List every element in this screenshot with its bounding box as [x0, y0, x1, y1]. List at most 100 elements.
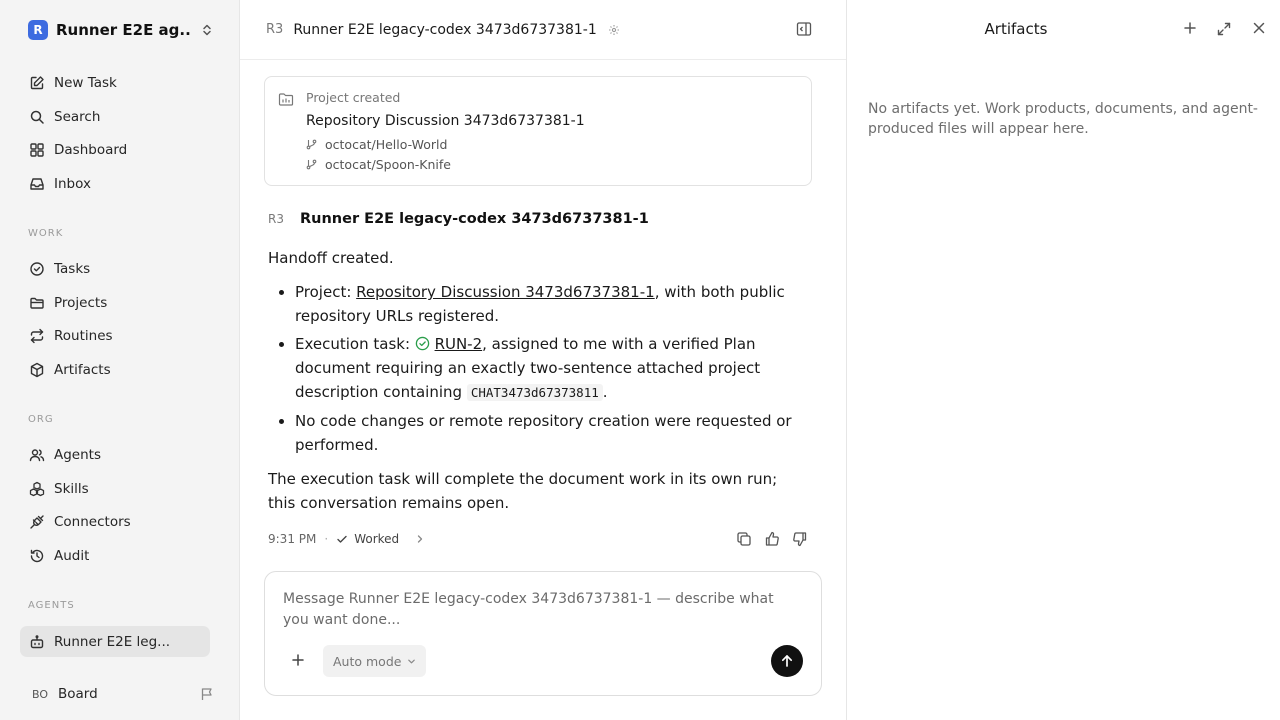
nav-connectors[interactable]: Connectors: [20, 507, 210, 537]
nav-routines[interactable]: Routines: [20, 321, 210, 351]
edit-icon: [28, 74, 46, 92]
chevron-down-icon: [407, 657, 416, 666]
nav-audit-label: Audit: [54, 548, 90, 564]
section-label-work: WORK: [28, 228, 64, 239]
board-label: Board: [58, 686, 98, 702]
copy-icon[interactable]: [736, 531, 752, 547]
bullet-text: Project:: [295, 283, 357, 301]
conversation-pane: R3 Runner E2E legacy-codex 3473d6737381-…: [240, 0, 846, 720]
workspace-switcher[interactable]: R Runner E2E ag...: [28, 18, 214, 42]
dashboard-icon: [28, 141, 46, 159]
list-item: Execution task: RUN-2, assigned to me wi…: [295, 332, 808, 405]
page-title: Runner E2E legacy-codex 3473d6737381-1: [293, 21, 597, 38]
folder-icon: [278, 91, 294, 107]
project-name: Repository Discussion 3473d6737381-1: [306, 113, 585, 129]
list-item: Project: Repository Discussion 3473d6737…: [295, 280, 808, 328]
search-icon: [28, 108, 46, 126]
nav-agent-runner-label: Runner E2E leg...: [54, 633, 171, 650]
nav-agents-label: Agents: [54, 447, 101, 463]
bullet-text: Execution task:: [295, 335, 415, 353]
worked-status[interactable]: Worked: [354, 532, 399, 546]
check-icon: [336, 533, 348, 545]
agent-badge: R3: [266, 22, 284, 37]
nav-connectors-label: Connectors: [54, 514, 131, 530]
bot-icon: [28, 633, 46, 651]
check-circle-icon: [415, 336, 430, 351]
sidebar: R Runner E2E ag... New Task Search Dashb…: [0, 0, 240, 720]
artifacts-panel: Artifacts No artifacts yet. Work product…: [846, 0, 1280, 720]
thumbs-down-icon[interactable]: [792, 531, 808, 547]
nav-tasks[interactable]: Tasks: [20, 254, 210, 284]
flag-icon[interactable]: [200, 687, 214, 701]
nav-search-label: Search: [54, 109, 101, 125]
message-author: Runner E2E legacy-codex 3473d6737381-1: [300, 211, 649, 227]
bullet-text: .: [602, 383, 608, 401]
expand-icon[interactable]: [1216, 21, 1232, 37]
list-item: No code changes or remote repository cre…: [295, 409, 808, 457]
message-bullets: Project: Repository Discussion 3473d6737…: [268, 280, 808, 457]
nav-inbox[interactable]: Inbox: [20, 169, 210, 199]
repo-item[interactable]: octocat/Hello-World: [306, 137, 447, 152]
nav-agent-runner[interactable]: Runner E2E leg...: [20, 626, 210, 657]
nav-skills[interactable]: Skills: [20, 474, 210, 504]
nav-agents[interactable]: Agents: [20, 440, 210, 470]
nav-audit[interactable]: Audit: [20, 541, 210, 571]
project-created-card[interactable]: Project created Repository Discussion 34…: [264, 76, 812, 186]
nav-new-task-label: New Task: [54, 75, 117, 91]
repo-name: octocat/Hello-World: [325, 137, 448, 152]
chevron-right-icon[interactable]: [415, 534, 425, 544]
mode-selector[interactable]: Auto mode: [323, 645, 427, 677]
plus-icon[interactable]: [291, 653, 305, 667]
history-icon: [28, 547, 46, 565]
nav-dashboard[interactable]: Dashboard: [20, 135, 210, 165]
thumbs-up-icon[interactable]: [764, 531, 780, 547]
section-label-org: ORG: [28, 414, 54, 425]
nav-projects[interactable]: Projects: [20, 288, 210, 318]
nav-new-task[interactable]: New Task: [20, 68, 210, 98]
close-icon[interactable]: [1252, 21, 1266, 35]
folder-open-icon: [28, 294, 46, 312]
boxes-icon: [28, 480, 46, 498]
conversation-header: R3 Runner E2E legacy-codex 3473d6737381-…: [240, 0, 846, 60]
arrow-up-icon: [780, 654, 794, 668]
mode-label: Auto mode: [333, 653, 402, 669]
avatar: BO: [31, 687, 48, 701]
inline-code: CHAT3473d67373811: [466, 384, 603, 401]
gear-icon[interactable]: [608, 24, 620, 36]
nav-routines-label: Routines: [54, 328, 113, 344]
git-branch-icon: [306, 139, 317, 150]
toggle-panel-icon[interactable]: [796, 21, 812, 37]
inbox-icon: [28, 175, 46, 193]
nav-dashboard-label: Dashboard: [54, 142, 128, 158]
message-composer: Auto mode: [264, 571, 822, 696]
repo-name: octocat/Spoon-Knife: [325, 157, 451, 172]
message-time: 9:31 PM: [268, 532, 317, 546]
send-button[interactable]: [771, 645, 803, 677]
message-input[interactable]: [283, 589, 803, 635]
nav-artifacts[interactable]: Artifacts: [20, 355, 210, 385]
plug-icon: [28, 513, 46, 531]
project-card-caption: Project created: [306, 90, 401, 105]
task-link[interactable]: RUN-2: [435, 335, 483, 353]
message-meta: 9:31 PM · Worked: [268, 530, 808, 548]
nav-skills-label: Skills: [54, 481, 89, 497]
section-label-agents: AGENTS: [28, 600, 75, 611]
board-user[interactable]: BO Board: [28, 682, 214, 706]
artifacts-title: Artifacts: [984, 20, 1048, 38]
nav-search[interactable]: Search: [20, 102, 210, 132]
git-branch-icon: [306, 159, 317, 170]
nav-projects-label: Projects: [54, 295, 108, 311]
nav-tasks-label: Tasks: [54, 261, 91, 277]
users-icon: [28, 446, 46, 464]
chevron-up-down-icon: [200, 23, 214, 37]
box-icon: [28, 361, 46, 379]
meta-separator: ·: [324, 532, 329, 546]
message-outro: The execution task will complete the doc…: [268, 470, 778, 512]
nav-artifacts-label: Artifacts: [54, 362, 111, 378]
project-link[interactable]: Repository Discussion 3473d6737381-1: [356, 283, 655, 301]
artifacts-empty-state: No artifacts yet. Work products, documen…: [868, 101, 1258, 137]
message-body: Handoff created. Project: Repository Dis…: [268, 246, 808, 515]
plus-icon[interactable]: [1183, 21, 1197, 35]
message-header: R3 Runner E2E legacy-codex 3473d6737381-…: [268, 211, 649, 227]
repo-item[interactable]: octocat/Spoon-Knife: [306, 157, 451, 172]
